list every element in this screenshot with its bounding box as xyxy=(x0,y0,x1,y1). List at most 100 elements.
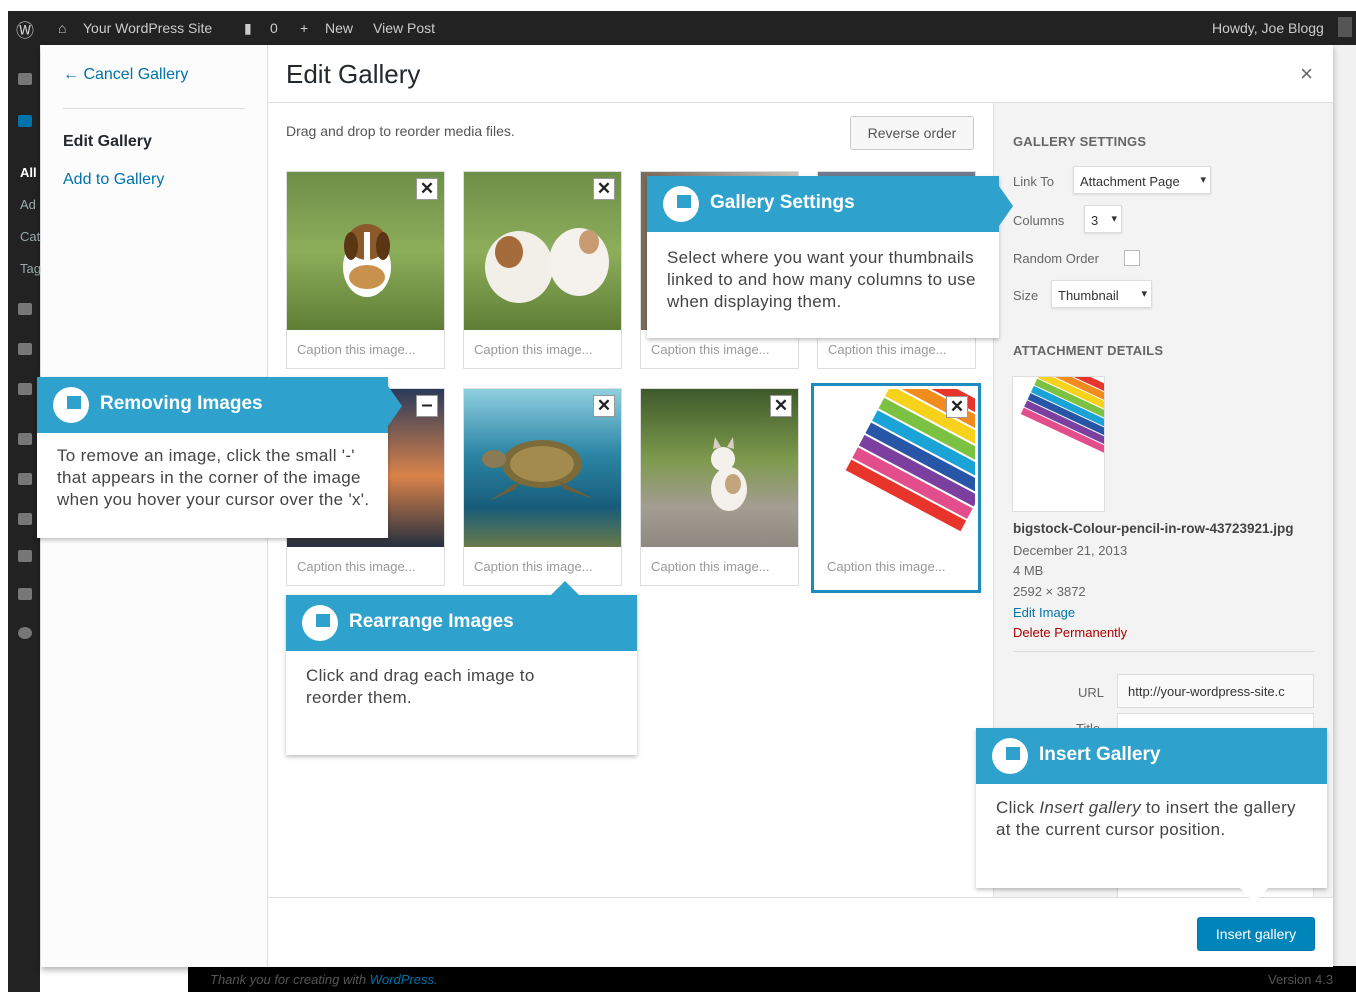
caption-field[interactable]: Caption this image... xyxy=(474,342,593,357)
callout-body: Click Insert gallery to insert the galle… xyxy=(996,797,1309,841)
details-separator xyxy=(1013,651,1315,652)
attachment-filename: bigstock-Colour-pencil-in-row-43723921.j… xyxy=(1013,521,1294,536)
delete-permanently-link[interactable]: Delete Permanently xyxy=(1013,625,1127,640)
caption-field[interactable]: Caption this image... xyxy=(828,342,947,357)
insert-gallery-callout: Insert Gallery Click Insert gallery to i… xyxy=(976,728,1327,888)
gallery-settings-heading: GALLERY SETTINGS xyxy=(1013,134,1147,149)
remove-icon[interactable]: ✕ xyxy=(770,395,792,417)
insert-gallery-button[interactable]: Insert gallery xyxy=(1197,917,1315,951)
settings-icon[interactable] xyxy=(18,588,32,600)
callout-pointer xyxy=(551,581,579,595)
menu-edit-gallery[interactable]: Edit Gallery xyxy=(63,133,152,151)
caption-field[interactable]: Caption this image... xyxy=(474,559,593,574)
footer-wordpress-link[interactable]: WordPress xyxy=(370,972,434,987)
columns-label: Columns xyxy=(1013,213,1065,228)
footer-thanks-prefix: Thank you for creating with xyxy=(210,972,370,987)
callout-header: Removing Images xyxy=(37,377,388,433)
callout-pointer xyxy=(388,386,402,426)
menu-separator xyxy=(63,108,245,109)
admin-side-menu: All Ad Cat Tag xyxy=(8,45,41,992)
remove-icon[interactable]: ✕ xyxy=(416,178,438,200)
size-label: Size xyxy=(1013,288,1039,303)
menu-tags[interactable]: Tag xyxy=(20,261,41,276)
columns-select[interactable]: 3 xyxy=(1084,205,1122,233)
attachment-thumbnail[interactable]: ✕ Caption this image... xyxy=(463,388,622,586)
modal-title-bar: Edit Gallery × xyxy=(268,45,1333,103)
attachment-thumbnail[interactable]: ✕ Caption this image... xyxy=(640,388,799,586)
callout-title: Insert Gallery xyxy=(1039,744,1161,765)
callout-body-prefix: Click xyxy=(996,798,1040,817)
page-title: Edit Gallery xyxy=(286,59,421,89)
attachment-thumbnail[interactable]: ✕ Caption this image... xyxy=(463,171,622,369)
url-label: URL xyxy=(1078,685,1105,700)
pages-icon[interactable] xyxy=(18,343,32,355)
remove-icon[interactable]: ✕ xyxy=(946,396,968,418)
dashboard-icon[interactable] xyxy=(18,73,32,85)
gallery-settings-callout: Gallery Settings Select where you want y… xyxy=(647,176,999,338)
removing-images-callout: Removing Images To remove an image, clic… xyxy=(37,377,388,538)
background-page xyxy=(1333,45,1356,966)
size-select[interactable]: Thumbnail xyxy=(1051,280,1152,308)
caption-field[interactable]: Caption this image... xyxy=(827,559,946,574)
reverse-order-button[interactable]: Reverse order xyxy=(850,116,974,150)
footer-thanks-suffix: . xyxy=(434,972,438,987)
collapse-menu-icon[interactable] xyxy=(18,627,32,639)
home-icon: ⌂ xyxy=(58,20,67,36)
comments-count[interactable]: 0 xyxy=(270,20,278,36)
attachment-thumbnail[interactable]: ✕ Caption this image... xyxy=(286,171,445,369)
callout-pointer xyxy=(1240,888,1268,902)
callout-title: Removing Images xyxy=(100,393,263,414)
menu-all-posts[interactable]: All xyxy=(20,165,37,180)
caption-field[interactable]: Caption this image... xyxy=(297,559,416,574)
avatar[interactable] xyxy=(1338,17,1352,37)
appearance-icon[interactable] xyxy=(18,433,32,445)
flag-icon xyxy=(302,605,338,641)
tools-icon[interactable] xyxy=(18,550,32,562)
remove-icon[interactable]: ✕ xyxy=(593,178,615,200)
link-to-select[interactable]: Attachment Page xyxy=(1073,166,1211,194)
url-field[interactable]: http://your-wordpress-site.c xyxy=(1117,674,1314,708)
plus-icon: + xyxy=(300,20,309,36)
wordpress-logo-icon[interactable]: Ⓦ xyxy=(16,17,34,43)
comments-icon[interactable]: ▮ xyxy=(244,20,252,37)
howdy-user-link[interactable]: Howdy, Joe Blogg xyxy=(1212,20,1324,36)
callout-body: Select where you want your thumbnails li… xyxy=(667,248,976,311)
admin-footer: Thank you for creating with WordPress. V… xyxy=(188,966,1356,992)
site-name-link[interactable]: Your WordPress Site xyxy=(83,20,212,36)
attachment-filesize: 4 MB xyxy=(1013,563,1044,578)
menu-categories[interactable]: Cat xyxy=(20,229,40,244)
link-to-label: Link To xyxy=(1013,174,1054,189)
drag-instructions: Drag and drop to reorder media files. xyxy=(286,123,515,139)
random-order-label: Random Order xyxy=(1013,251,1099,266)
plugins-icon[interactable] xyxy=(18,473,32,485)
rearrange-images-callout: Rearrange Images Click and drag each ima… xyxy=(286,595,637,755)
attachment-thumbnail-selected[interactable]: ✕ Caption this image... xyxy=(811,383,981,593)
random-order-checkbox[interactable] xyxy=(1124,250,1140,266)
caption-field[interactable]: Caption this image... xyxy=(297,342,416,357)
users-icon[interactable] xyxy=(18,513,32,525)
callout-header: Rearrange Images xyxy=(286,595,637,651)
menu-add-to-gallery[interactable]: Add to Gallery xyxy=(63,171,164,189)
callout-title: Rearrange Images xyxy=(349,611,514,632)
flag-icon xyxy=(663,186,699,222)
view-post-link[interactable]: View Post xyxy=(373,20,435,36)
comments-menu-icon[interactable] xyxy=(18,383,32,395)
cancel-gallery-link[interactable]: ← Cancel Gallery xyxy=(63,66,188,84)
close-icon[interactable]: × xyxy=(1300,61,1313,87)
remove-icon[interactable]: ✕ xyxy=(593,395,615,417)
media-icon[interactable] xyxy=(18,303,32,315)
footer-thanks: Thank you for creating with WordPress. xyxy=(210,972,438,987)
minus-icon[interactable]: – xyxy=(416,395,438,417)
caption-field[interactable]: Caption this image... xyxy=(651,342,770,357)
edit-image-link[interactable]: Edit Image xyxy=(1013,605,1075,620)
menu-add-new[interactable]: Ad xyxy=(20,197,36,212)
callout-body: To remove an image, click the small '-' … xyxy=(57,446,370,509)
new-link[interactable]: New xyxy=(325,20,353,36)
posts-icon[interactable] xyxy=(18,115,32,127)
flag-icon xyxy=(992,738,1028,774)
callout-body-emphasis: Insert gallery xyxy=(1039,798,1141,817)
callout-header: Gallery Settings xyxy=(647,176,999,232)
flag-icon xyxy=(53,387,89,423)
callout-body: Click and drag each image to reorder the… xyxy=(306,666,535,707)
caption-field[interactable]: Caption this image... xyxy=(651,559,770,574)
